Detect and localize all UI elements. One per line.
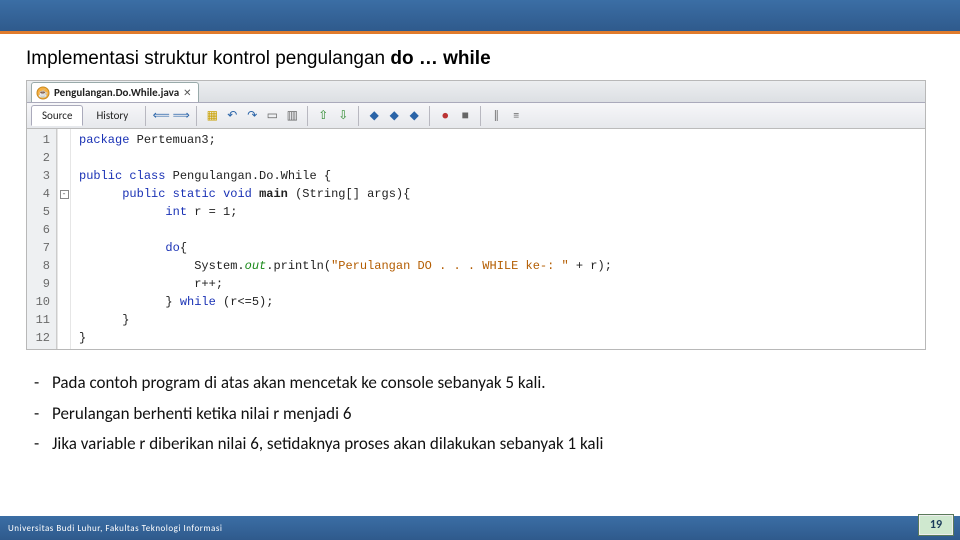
separator xyxy=(480,106,481,126)
shift-up-icon[interactable]: ⇧ xyxy=(314,107,332,125)
line-number: 8 xyxy=(27,257,50,275)
line-number: 9 xyxy=(27,275,50,293)
page-number-badge: 19 xyxy=(918,514,954,536)
footer-bar: Universitas Budi Luhur, Fakultas Teknolo… xyxy=(0,516,960,540)
list-item: -Pada contoh program di atas akan mencet… xyxy=(34,368,942,399)
separator xyxy=(429,106,430,126)
top-band xyxy=(0,0,960,34)
line-number: 4 xyxy=(27,185,50,203)
line-number: 3 xyxy=(27,167,50,185)
show-nonprint-icon[interactable]: ≡ xyxy=(507,107,525,125)
fold-column: - xyxy=(57,129,71,349)
bullet-text: Perulangan berhenti ketika nilai r menja… xyxy=(52,399,351,430)
nav-back-icon[interactable]: ⟸ xyxy=(152,107,170,125)
slide-content: Implementasi struktur kontrol pengulanga… xyxy=(0,34,960,460)
bookmark-icon[interactable]: ▭ xyxy=(263,107,281,125)
tab-history[interactable]: History xyxy=(85,105,139,126)
line-number: 6 xyxy=(27,221,50,239)
fold-toggle-icon[interactable]: - xyxy=(60,190,69,199)
bullet-text: Jika variable r diberikan nilai 6, setid… xyxy=(52,429,603,460)
separator xyxy=(358,106,359,126)
file-tab-strip: ☕ Pengulangan.Do.While.java ✕ xyxy=(27,81,925,103)
find-prev-icon[interactable]: ↶ xyxy=(223,107,241,125)
bullet-text: Pada contoh program di atas akan menceta… xyxy=(52,368,546,399)
file-tab-label: Pengulangan.Do.While.java xyxy=(54,86,179,99)
line-number: 11 xyxy=(27,311,50,329)
stop-macro-icon[interactable]: ■ xyxy=(456,107,474,125)
find-next-icon[interactable]: ↷ xyxy=(243,107,261,125)
editor-toolbar: Source History ⟸ ⟹ ▦ ↶ ↷ ▭ ▥ ⇧ ⇩ ◆ ◆ ◆ ●… xyxy=(27,103,925,129)
code-lines[interactable]: package Pertemuan3; public class Pengula… xyxy=(71,129,612,349)
bullet-list: -Pada contoh program di atas akan mencet… xyxy=(26,368,942,460)
svg-text:☕: ☕ xyxy=(38,88,48,99)
slide-title: Implementasi struktur kontrol pengulanga… xyxy=(26,48,942,70)
separator xyxy=(145,106,146,126)
line-number: 5 xyxy=(27,203,50,221)
line-number: 12 xyxy=(27,329,50,347)
marker-next-icon[interactable]: ◆ xyxy=(385,107,403,125)
toggle-comment-icon[interactable]: ▥ xyxy=(283,107,301,125)
marker-list-icon[interactable]: ◆ xyxy=(405,107,423,125)
close-icon[interactable]: ✕ xyxy=(183,86,191,99)
separator xyxy=(196,106,197,126)
line-number: 2 xyxy=(27,149,50,167)
code-body: 1 2 3 4 5 6 7 8 9 10 11 12 - package Per… xyxy=(27,129,925,349)
separator xyxy=(307,106,308,126)
tab-source[interactable]: Source xyxy=(31,105,83,126)
line-number: 7 xyxy=(27,239,50,257)
title-bold: do … while xyxy=(390,48,490,69)
footer-text: Universitas Budi Luhur, Fakultas Teknolo… xyxy=(8,523,222,534)
line-number: 1 xyxy=(27,131,50,149)
file-tab[interactable]: ☕ Pengulangan.Do.While.java ✕ xyxy=(31,82,199,102)
line-number: 10 xyxy=(27,293,50,311)
marker-prev-icon[interactable]: ◆ xyxy=(365,107,383,125)
java-file-icon: ☕ xyxy=(36,86,50,100)
list-item: -Jika variable r diberikan nilai 6, seti… xyxy=(34,429,942,460)
page-number: 19 xyxy=(930,518,942,532)
format-code-icon[interactable]: ▦ xyxy=(203,107,221,125)
list-item: -Perulangan berhenti ketika nilai r menj… xyxy=(34,399,942,430)
title-prefix: Implementasi struktur kontrol pengulanga… xyxy=(26,48,390,69)
nav-forward-icon[interactable]: ⟹ xyxy=(172,107,190,125)
shift-down-icon[interactable]: ⇩ xyxy=(334,107,352,125)
record-macro-icon[interactable]: ● xyxy=(436,107,454,125)
word-wrap-icon[interactable]: ‖ xyxy=(487,107,505,125)
line-gutter: 1 2 3 4 5 6 7 8 9 10 11 12 xyxy=(27,129,57,349)
ide-panel: ☕ Pengulangan.Do.While.java ✕ Source His… xyxy=(26,80,926,350)
